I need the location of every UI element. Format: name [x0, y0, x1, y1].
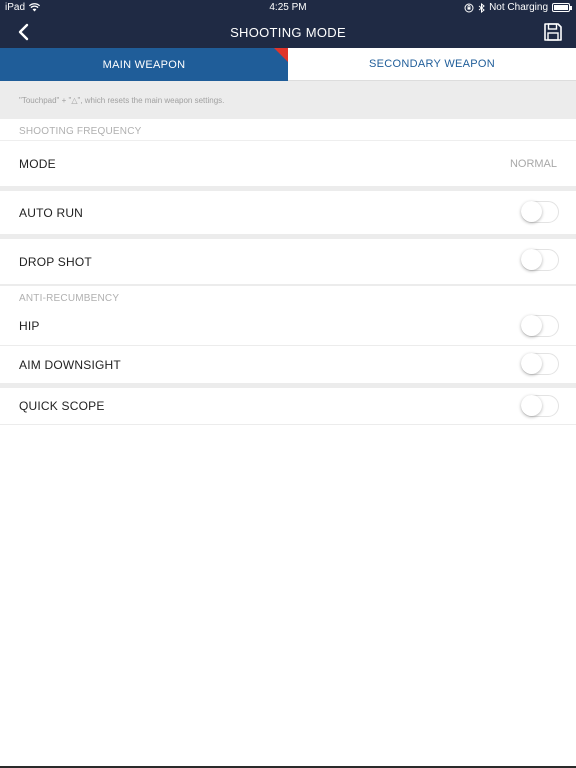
toggle-knob: [521, 395, 542, 416]
row-aim-downsight-label: AIM DOWNSIGHT: [19, 357, 121, 372]
hip-toggle[interactable]: [521, 315, 559, 337]
nav-bar: SHOOTING MODE: [0, 16, 576, 48]
row-quick-scope: QUICK SCOPE: [0, 388, 576, 424]
row-mode[interactable]: MODE NORMAL: [0, 142, 576, 186]
divider: [0, 424, 576, 425]
row-drop-shot: DROP SHOT: [0, 239, 576, 284]
quick-scope-toggle[interactable]: [521, 395, 559, 417]
row-auto-run-label: AUTO RUN: [19, 205, 84, 220]
row-hip-label: HIP: [19, 319, 40, 333]
floppy-disk-icon: [544, 23, 562, 41]
toggle-knob: [521, 201, 542, 222]
tab-main-weapon[interactable]: MAIN WEAPON: [0, 48, 288, 81]
battery-icon: [552, 3, 572, 12]
status-right: Not Charging: [464, 2, 572, 13]
auto-run-toggle[interactable]: [521, 201, 559, 223]
row-hip: HIP: [0, 307, 576, 345]
section-header-shooting-frequency: SHOOTING FREQUENCY: [0, 119, 576, 141]
row-auto-run: AUTO RUN: [0, 191, 576, 234]
drop-shot-toggle[interactable]: [521, 249, 559, 271]
tab-secondary-weapon-label: SECONDARY WEAPON: [368, 58, 496, 70]
weapon-tabs: MAIN WEAPON SECONDARY WEAPON: [0, 48, 576, 81]
page-title: SHOOTING MODE: [230, 25, 346, 40]
row-aim-downsight: AIM DOWNSIGHT: [0, 346, 576, 383]
status-bar: iPad 4:25 PM Not Charging: [0, 0, 576, 16]
aim-downsight-toggle[interactable]: [521, 353, 559, 375]
row-drop-shot-label: DROP SHOT: [19, 254, 92, 269]
toggle-knob: [521, 249, 542, 270]
section-header-anti-recumbency: ANTI-RECUMBENCY: [0, 286, 576, 308]
tab-main-weapon-label: MAIN WEAPON: [102, 58, 186, 71]
toggle-knob: [521, 315, 542, 336]
save-button[interactable]: [542, 21, 564, 43]
bluetooth-icon: [478, 2, 485, 13]
tab-active-indicator: [274, 48, 288, 62]
row-mode-value: NORMAL: [509, 158, 557, 170]
orientation-lock-icon: [464, 3, 474, 12]
row-quick-scope-label: QUICK SCOPE: [19, 399, 105, 413]
reset-hint: "Touchpad" + "△", which resets the main …: [0, 81, 576, 119]
toggle-knob: [521, 353, 542, 374]
battery-status-text: Not Charging: [489, 2, 548, 13]
tab-secondary-weapon[interactable]: SECONDARY WEAPON: [288, 48, 576, 81]
row-mode-label: MODE: [19, 157, 56, 171]
